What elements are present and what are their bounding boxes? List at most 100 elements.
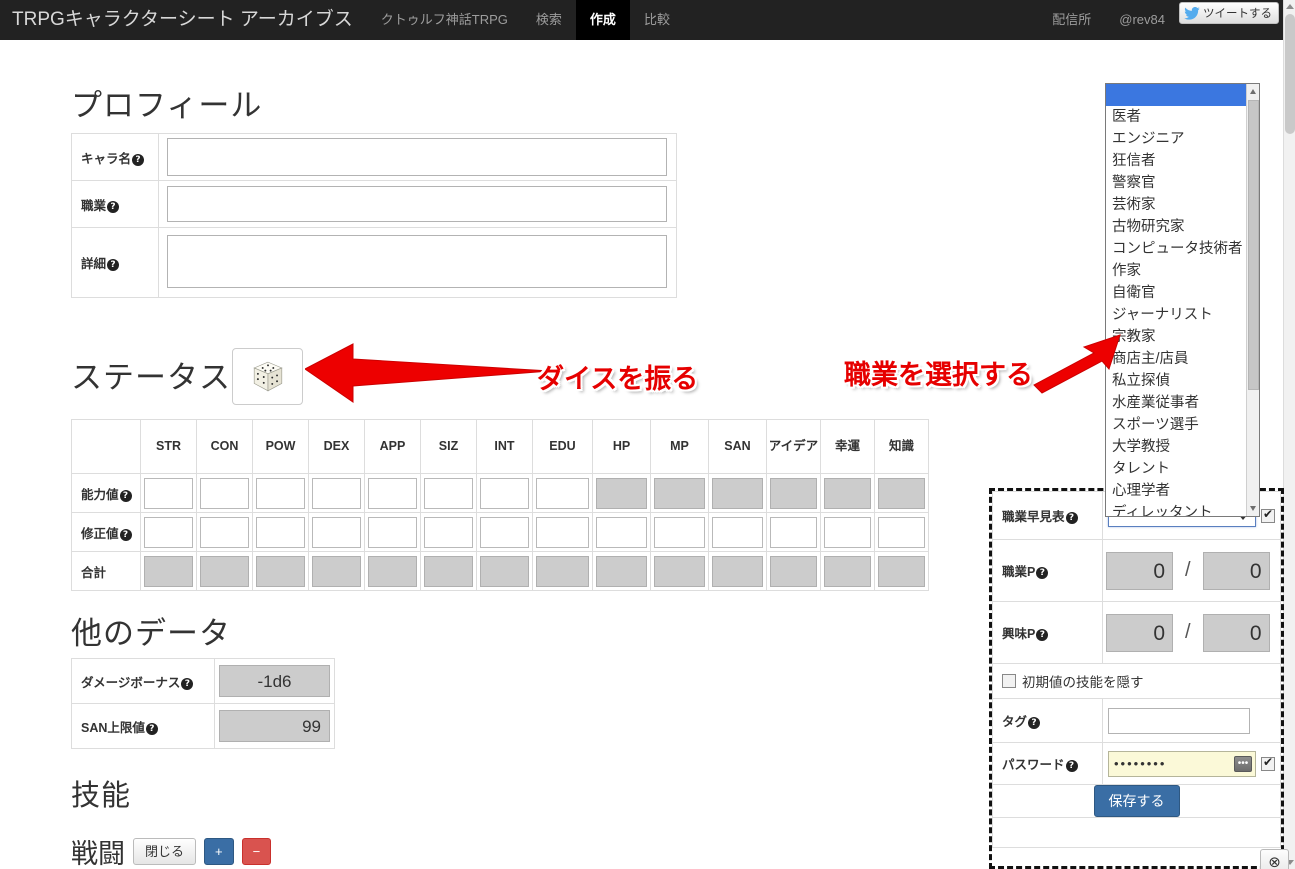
occupation-option-fisherman[interactable]: 水産業従事者 [1106,392,1246,414]
status-cell-mod-siz[interactable] [420,512,477,552]
occupation-option-journalist[interactable]: ジャーナリスト [1106,304,1246,326]
help-icon[interactable]: ? [181,677,194,690]
help-icon[interactable]: ? [1036,567,1049,579]
tweet-button[interactable]: ツイートする [1179,2,1279,24]
dice-roll-button[interactable] [232,348,303,405]
help-icon[interactable]: ? [145,722,158,735]
occupation-option-fanatic[interactable]: 狂信者 [1106,150,1246,172]
help-icon[interactable]: ? [1036,629,1049,641]
occupation-option-athlete[interactable]: スポーツ選手 [1106,414,1246,436]
status-cell-mod-dex[interactable] [308,512,365,552]
help-icon[interactable]: ? [107,200,120,213]
password-input[interactable]: •••••••• ••• [1108,750,1256,777]
status-cell-ability-con[interactable] [196,473,253,513]
help-icon[interactable]: ? [1065,760,1078,772]
help-icon[interactable]: ? [1028,717,1041,729]
status-input[interactable] [654,516,705,548]
status-input[interactable] [368,516,417,548]
status-input[interactable] [596,516,647,548]
status-cell-ability-siz[interactable] [420,473,477,513]
nav-item-account[interactable]: @rev84 [1105,0,1179,40]
status-input[interactable] [424,516,473,548]
scroll-down-arrow-icon[interactable] [1250,506,1256,511]
status-cell-mod-app[interactable] [364,512,421,552]
help-icon[interactable]: ? [132,153,145,166]
status-cell-mod-mp[interactable] [650,512,709,552]
status-cell-mod-con[interactable] [196,512,253,552]
status-input[interactable] [878,516,925,548]
status-input[interactable] [368,477,417,509]
close-button[interactable]: ⊗ [1260,849,1289,869]
status-input[interactable] [824,516,871,548]
browser-scrollbar[interactable] [1283,0,1295,869]
status-input[interactable] [312,516,361,548]
status-cell-mod-luck[interactable] [820,512,875,552]
status-input[interactable] [200,477,249,509]
scroll-up-arrow-icon[interactable] [1250,89,1256,94]
skill-add-button[interactable]: + [204,838,234,865]
occupation-option-doctor[interactable]: 医者 [1106,106,1246,128]
status-input[interactable] [256,477,305,509]
occupation-option-artist[interactable]: 芸術家 [1106,194,1246,216]
status-input[interactable] [144,477,193,509]
occupation-option-antiquarian[interactable]: 古物研究家 [1106,216,1246,238]
detail-textarea[interactable] [167,234,667,288]
skill-remove-button[interactable]: − [241,838,272,865]
help-icon[interactable]: ? [107,259,120,271]
occupation-option-entertainer[interactable]: タレント [1106,458,1246,480]
status-input[interactable] [200,516,249,548]
nav-item-create[interactable]: 作成 [575,0,630,40]
status-input[interactable] [480,516,529,548]
occupation-option-blank[interactable] [1106,84,1246,106]
nav-brand[interactable]: TRPGキャラクターシート アーカイブス [0,0,367,40]
password-manager-icon[interactable]: ••• [1234,755,1252,772]
status-cell-ability-int[interactable] [476,473,533,513]
occupation-option-psychologist[interactable]: 心理学者 [1106,480,1246,502]
occupation-option-clergy[interactable]: 宗教家 [1106,326,1246,348]
occupation-select-checkbox[interactable] [1261,507,1275,523]
status-cell-mod-edu[interactable] [532,512,593,552]
status-cell-mod-knowledge[interactable] [874,512,929,552]
status-cell-mod-str[interactable] [140,512,197,552]
occupation-option-professor[interactable]: 大学教授 [1106,436,1246,458]
status-input[interactable] [770,516,817,548]
nav-item-broadcast[interactable]: 配信所 [1038,0,1105,40]
browser-scrollbar-thumb[interactable] [1285,14,1295,134]
occupation-option-dilettante[interactable]: ディレッタント [1106,502,1246,516]
occupation-option-writer[interactable]: 作家 [1106,260,1246,282]
occupation-list[interactable]: 医者 エンジニア 狂信者 警察官 芸術家 古物研究家 コンピュータ技術者 作家 … [1105,83,1260,517]
status-input[interactable] [536,477,589,509]
status-cell-ability-dex[interactable] [308,473,365,513]
status-input[interactable] [424,477,473,509]
status-cell-ability-edu[interactable] [532,473,593,513]
skill-close-button[interactable]: 閉じる [133,838,197,865]
status-input[interactable] [256,516,305,548]
occupation-option-shopkeeper[interactable]: 商店主/店員 [1106,348,1246,370]
status-cell-ability-str[interactable] [140,473,197,513]
status-input[interactable] [712,516,763,548]
nav-item-compare[interactable]: 比較 [630,0,684,40]
status-cell-mod-int[interactable] [476,512,533,552]
status-input[interactable] [312,477,361,509]
status-input[interactable] [144,516,193,548]
status-cell-mod-pow[interactable] [252,512,309,552]
status-cell-mod-san[interactable] [708,512,767,552]
occupation-option-private-investigator[interactable]: 私立探偵 [1106,370,1246,392]
hide-default-skills-row[interactable]: 初期値の技能を隠す [993,664,1280,698]
nav-item-cthulhu[interactable]: クトゥルフ神話TRPG [367,0,522,40]
save-button[interactable]: 保存する [1093,785,1180,817]
character-name-input[interactable] [167,138,667,176]
status-cell-mod-hp[interactable] [592,512,651,552]
status-cell-mod-idea[interactable] [766,512,821,552]
scroll-up-arrow-icon[interactable] [1286,4,1294,9]
occupation-option-soldier[interactable]: 自衛官 [1106,282,1246,304]
status-input[interactable] [536,516,589,548]
occupation-option-police[interactable]: 警察官 [1106,172,1246,194]
status-input[interactable] [480,477,529,509]
tag-input[interactable] [1108,707,1250,734]
nav-item-search[interactable]: 検索 [522,0,576,40]
password-save-checkbox[interactable] [1261,755,1275,771]
occupation-list-scrollbar[interactable] [1246,84,1259,516]
occupation-option-engineer[interactable]: エンジニア [1106,128,1246,150]
hide-default-skills-checkbox[interactable] [1002,674,1016,688]
